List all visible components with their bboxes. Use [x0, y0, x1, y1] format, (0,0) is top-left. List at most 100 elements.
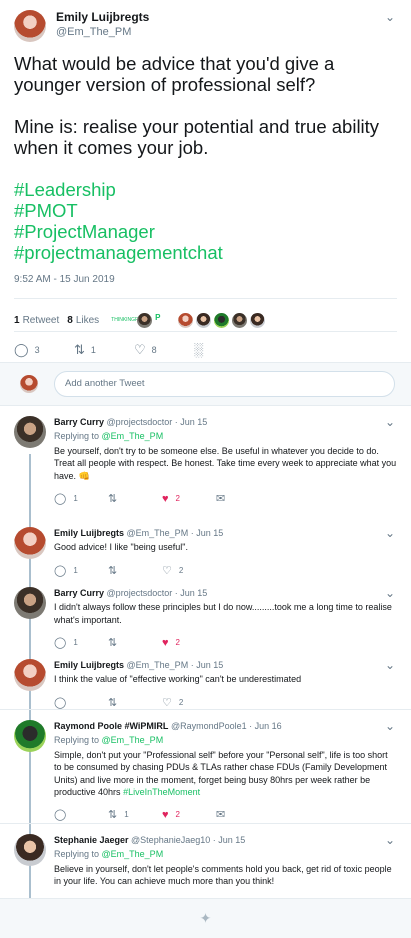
avatar: [20, 375, 38, 393]
reply-text: I think the value of "effective working"…: [54, 674, 302, 685]
hashtag-link[interactable]: #PMOT: [14, 200, 397, 221]
avatar[interactable]: [14, 587, 46, 619]
like-button[interactable]: ♡ 2: [162, 565, 216, 577]
retweet-button[interactable]: ⇅: [108, 697, 162, 709]
hashtag-link[interactable]: #LiveInTheMoment: [123, 787, 200, 797]
retweet-button[interactable]: ⇅: [108, 565, 162, 577]
analytics-button[interactable]: ░: [194, 342, 246, 357]
reply-item[interactable]: Emily Luijbregts @Em_The_PM · Jun 15 ⌄ G…: [0, 517, 411, 577]
avatar[interactable]: [14, 720, 46, 752]
replying-to-link[interactable]: @Em_The_PM: [102, 735, 164, 745]
like-button[interactable]: ♥ 2: [162, 637, 216, 649]
chevron-down-icon[interactable]: ⌄: [383, 587, 397, 600]
replying-to: Replying to @Em_The_PM: [54, 848, 397, 860]
reply-author-name[interactable]: Emily Luijbregts: [54, 528, 124, 538]
twitter-bird-icon[interactable]: ✦: [200, 910, 212, 927]
liker-avatar[interactable]: [214, 312, 230, 328]
chevron-down-icon[interactable]: ⌄: [383, 720, 397, 733]
reply-author-handle[interactable]: @Em_The_PM: [127, 528, 189, 538]
reply-button[interactable]: ◯: [54, 697, 108, 709]
reply-date[interactable]: · Jun 15: [191, 528, 224, 538]
liker-avatar[interactable]: [232, 312, 248, 328]
reply-button[interactable]: ◯ 1: [54, 493, 108, 505]
tweet-text-line: when it comes your job.: [14, 137, 209, 158]
replying-to-prefix: Replying to: [54, 849, 102, 860]
add-tweet-input[interactable]: Add another Tweet: [54, 371, 395, 397]
like-count: 2: [175, 638, 180, 648]
reply-author-handle[interactable]: @Em_The_PM: [127, 660, 189, 670]
hashtag-link[interactable]: #projectmanagementchat: [14, 242, 397, 263]
chevron-down-icon[interactable]: ⌄: [383, 659, 397, 672]
reply-date[interactable]: · Jun 16: [249, 721, 282, 731]
hashtag-link[interactable]: #Leadership: [14, 179, 397, 200]
liker-avatar[interactable]: P: [155, 312, 176, 328]
chevron-down-icon[interactable]: ⌄: [383, 10, 397, 24]
liker-avatar[interactable]: [250, 312, 266, 328]
reply-author-handle[interactable]: @projectsdoctor: [107, 417, 173, 427]
dm-button[interactable]: ✉: [216, 493, 270, 505]
liker-avatar[interactable]: [137, 312, 153, 328]
reply-author-name[interactable]: Barry Curry: [54, 588, 104, 598]
avatar[interactable]: [14, 416, 46, 448]
replying-to-prefix: Replying to: [54, 735, 102, 746]
replying-to-link[interactable]: @Em_The_PM: [102, 849, 164, 859]
liker-avatar[interactable]: [196, 312, 212, 328]
reply-button[interactable]: ◯: [54, 809, 108, 821]
tweet-stats: 1 Retweet 8 Likes THINKINGFOR P: [14, 298, 397, 331]
like-button[interactable]: ♡ 2: [162, 697, 216, 709]
reply-author-handle[interactable]: @projectsdoctor: [107, 588, 173, 598]
retweet-button[interactable]: ⇅ 1: [108, 809, 162, 821]
retweet-stat[interactable]: 1 Retweet: [14, 315, 59, 326]
chevron-down-icon[interactable]: ⌄: [383, 416, 397, 429]
chevron-down-icon[interactable]: ⌄: [383, 834, 397, 847]
retweet-button[interactable]: ⇅: [108, 493, 162, 505]
like-button[interactable]: ♥ 2: [162, 493, 216, 505]
reply-text: Simple, don't put your "Professional sel…: [54, 749, 397, 799]
author-handle[interactable]: @Em_The_PM: [56, 25, 383, 40]
author-name[interactable]: Emily Luijbregts: [56, 10, 383, 25]
reply-author-name[interactable]: Stephanie Jaeger: [54, 835, 129, 845]
reply-icon: ◯: [54, 696, 67, 709]
reply-author-name[interactable]: Barry Curry: [54, 417, 104, 427]
reply-date[interactable]: · Jun 15: [175, 588, 208, 598]
main-tweet: Emily Luijbregts @Em_The_PM ⌄ What would…: [0, 0, 411, 362]
reply-item[interactable]: Raymond Poole #WiPMIRL @RaymondPoole1 · …: [0, 710, 411, 824]
reply-button[interactable]: ◯ 1: [54, 637, 108, 649]
reply-author-handle[interactable]: @StephanieJaeg10: [131, 835, 210, 845]
liker-avatars: THINKINGFOR P: [111, 312, 268, 328]
avatar[interactable]: [14, 659, 46, 691]
like-count: 2: [178, 697, 184, 707]
retweet-button[interactable]: ⇅: [108, 637, 162, 649]
chevron-down-icon[interactable]: ⌄: [383, 527, 397, 540]
reply-author-name[interactable]: Emily Luijbregts: [54, 660, 124, 670]
dm-button[interactable]: ✉: [216, 809, 270, 821]
replying-to-link[interactable]: @Em_The_PM: [102, 431, 164, 441]
retweet-button[interactable]: ⇅ 1: [74, 342, 134, 358]
reply-item[interactable]: Barry Curry @projectsdoctor · Jun 15 ⌄ I…: [0, 577, 411, 649]
reply-button[interactable]: ◯ 1: [54, 565, 108, 577]
liker-avatar[interactable]: [178, 312, 194, 328]
reply-item[interactable]: Barry Curry @projectsdoctor · Jun 15 ⌄ R…: [0, 406, 411, 517]
reply-item[interactable]: Emily Luijbregts @Em_The_PM · Jun 15 ⌄ I…: [0, 649, 411, 710]
retweet-icon: ⇅: [108, 696, 118, 709]
reply-button[interactable]: ◯ 3: [14, 342, 74, 358]
likes-stat-label: Likes: [75, 314, 100, 326]
like-button[interactable]: ♡ 8: [134, 342, 194, 358]
hashtag-link[interactable]: #ProjectManager: [14, 221, 397, 242]
reply-date[interactable]: · Jun 15: [213, 835, 246, 845]
dm-icon: ✉: [216, 809, 226, 822]
avatar[interactable]: [14, 10, 46, 42]
reply-author-name[interactable]: Raymond Poole #WiPMIRL: [54, 721, 168, 731]
tweet-timestamp[interactable]: 9:52 AM - 15 Jun 2019: [14, 274, 397, 285]
heart-icon: ♡: [162, 564, 172, 577]
avatar[interactable]: [14, 527, 46, 559]
reply-author-handle[interactable]: @RaymondPoole1: [171, 721, 247, 731]
footer: ✦: [0, 898, 411, 938]
liker-logo[interactable]: THINKINGFOR: [111, 314, 145, 326]
like-count: 8: [151, 344, 157, 355]
reply-date[interactable]: · Jun 15: [191, 660, 224, 670]
reply-date[interactable]: · Jun 15: [175, 417, 208, 427]
avatar[interactable]: [14, 834, 46, 866]
like-button[interactable]: ♥ 2: [162, 809, 216, 821]
likes-stat[interactable]: 8 Likes: [67, 315, 99, 326]
